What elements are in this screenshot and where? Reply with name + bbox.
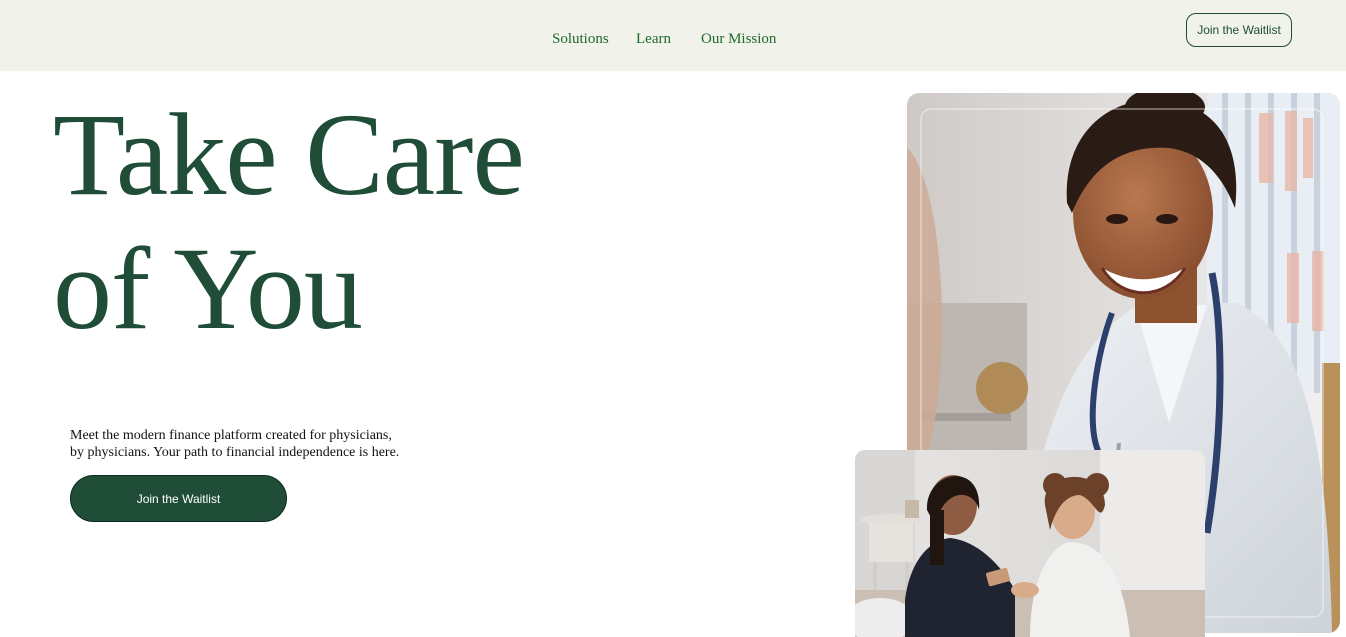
join-waitlist-cta-button[interactable]: Join the Waitlist — [70, 475, 287, 522]
hero-description-line-2: by physicians. Your path to financial in… — [70, 445, 400, 460]
hero-description: Meet the modern finance platform created… — [70, 427, 430, 461]
nav-link-learn[interactable]: Learn — [636, 30, 671, 48]
hero-title-line-1: Take Care — [53, 89, 525, 220]
top-navigation-bar: Solutions Learn Our Mission Join the Wai… — [0, 0, 1346, 71]
nav-link-our-mission[interactable]: Our Mission — [701, 30, 776, 48]
join-waitlist-nav-button[interactable]: Join the Waitlist — [1186, 13, 1292, 47]
hero-description-line-1: Meet the modern finance platform created… — [70, 428, 392, 443]
two-women-photo-illustration — [855, 450, 1205, 637]
hero-title-line-2: of You — [53, 223, 363, 354]
nav-link-solutions[interactable]: Solutions — [552, 30, 609, 48]
two-women-photo — [855, 450, 1205, 637]
hero-title: Take Care of You — [53, 88, 525, 356]
